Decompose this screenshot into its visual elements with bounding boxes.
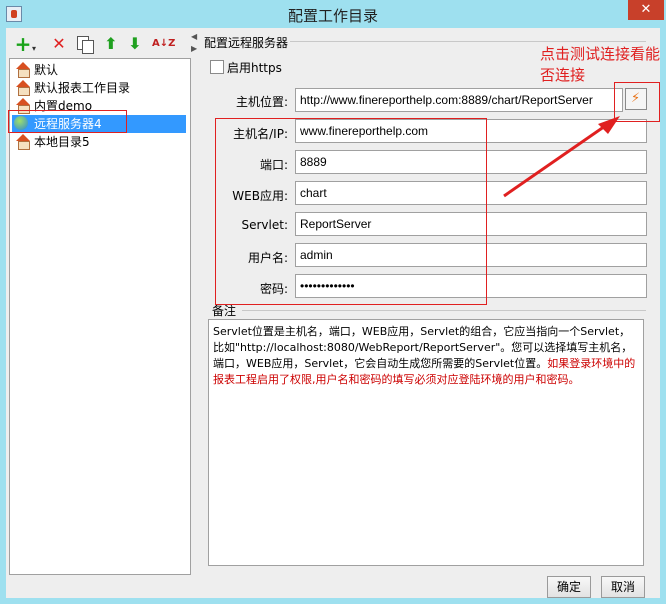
config-workdir-dialog: 配置工作目录 ✕ + ▾ ✕ ⬆ ⬇ A↓Z 默认 默认报表工作目录 内置dem…	[0, 0, 666, 604]
annotation-arrow	[503, 116, 620, 198]
